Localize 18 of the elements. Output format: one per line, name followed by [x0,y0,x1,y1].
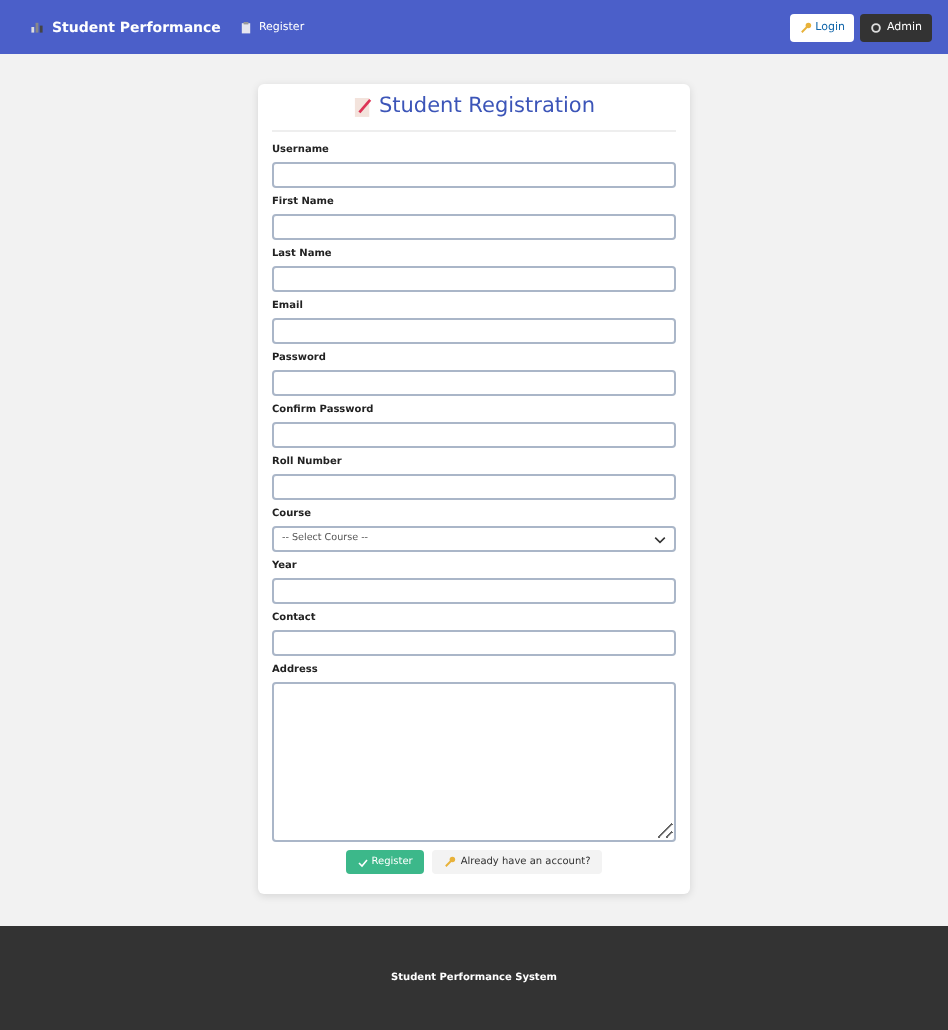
input-field[interactable] [272,214,676,240]
chevron-down-icon [654,535,666,543]
input-field[interactable] [272,630,676,656]
clipboard-icon [240,21,253,33]
input-field[interactable] [272,370,676,396]
form-title: Student Registration [379,94,595,118]
key-icon [799,21,812,33]
address-textarea[interactable] [272,682,676,842]
chart-icon [30,20,44,34]
input-field[interactable] [272,162,676,188]
input-field[interactable] [272,474,676,500]
input-field[interactable] [272,266,676,292]
input-field[interactable] [272,422,676,448]
input-field[interactable] [272,578,676,604]
key-icon [444,856,457,868]
check-icon [357,857,368,867]
memo-icon [353,95,371,117]
input-field[interactable] [272,318,676,344]
